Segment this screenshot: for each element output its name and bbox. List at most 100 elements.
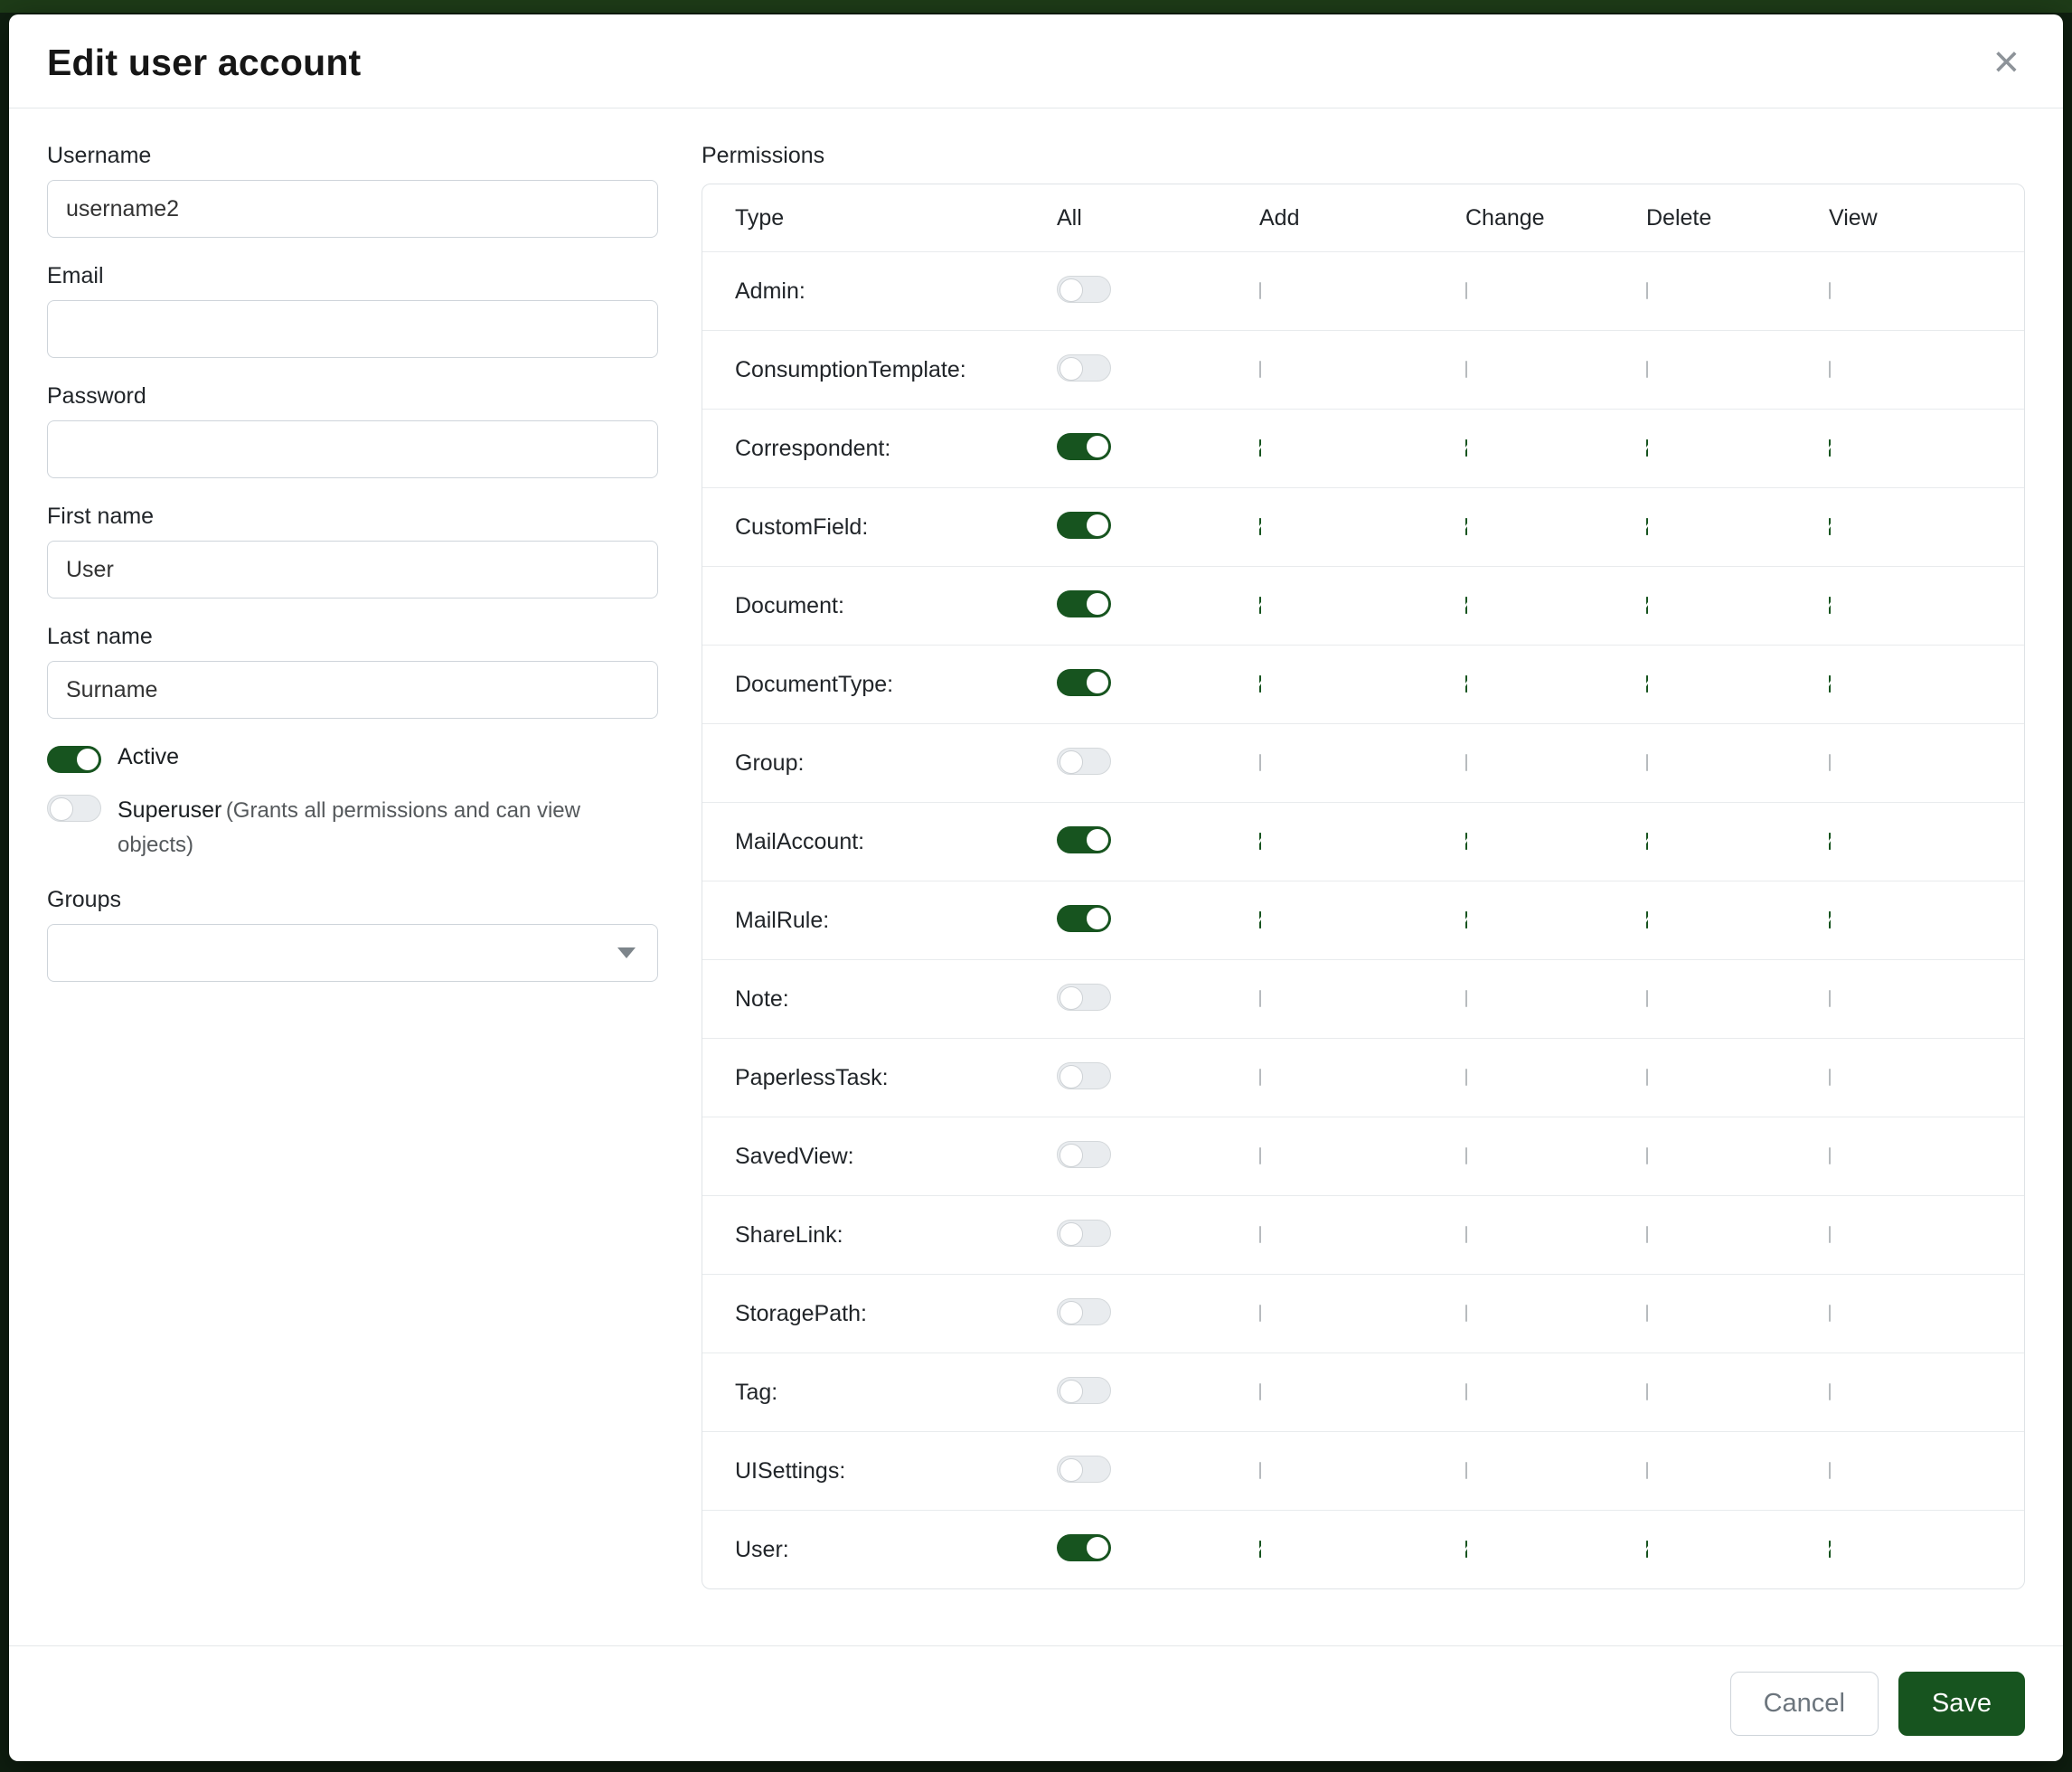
- perm-all-toggle[interactable]: [1057, 354, 1111, 382]
- active-toggle[interactable]: [47, 746, 101, 773]
- perm-view-checkbox[interactable]: [1829, 1383, 1831, 1400]
- perm-add-checkbox[interactable]: [1259, 675, 1261, 693]
- perm-all-toggle[interactable]: [1057, 1534, 1111, 1561]
- email-field[interactable]: [47, 300, 658, 358]
- perm-all-toggle[interactable]: [1057, 1141, 1111, 1168]
- perm-add-checkbox[interactable]: [1259, 833, 1261, 850]
- perm-add-checkbox[interactable]: [1259, 1462, 1261, 1479]
- permissions-section: Permissions Type All Add Change Delete V…: [702, 143, 2025, 1645]
- perm-view-checkbox[interactable]: [1829, 833, 1831, 850]
- perm-change-checkbox[interactable]: [1465, 1383, 1467, 1400]
- perm-view-checkbox[interactable]: [1829, 439, 1831, 457]
- username-group: Username: [47, 143, 658, 238]
- perm-change-checkbox[interactable]: [1465, 1541, 1467, 1558]
- perm-add-checkbox[interactable]: [1259, 439, 1261, 457]
- last-name-field[interactable]: [47, 661, 658, 719]
- perm-add-checkbox[interactable]: [1259, 1305, 1261, 1322]
- perm-change-checkbox[interactable]: [1465, 518, 1467, 535]
- perm-view-checkbox[interactable]: [1829, 1305, 1831, 1322]
- perm-change-checkbox[interactable]: [1465, 1462, 1467, 1479]
- perm-view-checkbox[interactable]: [1829, 361, 1831, 378]
- perm-view-checkbox[interactable]: [1829, 754, 1831, 771]
- perm-delete-checkbox[interactable]: [1646, 1541, 1648, 1558]
- perm-delete-checkbox[interactable]: [1646, 1462, 1648, 1479]
- perm-view-checkbox[interactable]: [1829, 911, 1831, 928]
- perm-view-checkbox[interactable]: [1829, 518, 1831, 535]
- perm-delete-checkbox[interactable]: [1646, 1305, 1648, 1322]
- perm-add-checkbox[interactable]: [1259, 282, 1261, 299]
- perm-change-checkbox[interactable]: [1465, 675, 1467, 693]
- perm-change-checkbox[interactable]: [1465, 1226, 1467, 1243]
- save-button[interactable]: Save: [1898, 1672, 2025, 1736]
- perm-change-checkbox[interactable]: [1465, 1147, 1467, 1164]
- perm-change-checkbox[interactable]: [1465, 833, 1467, 850]
- perm-delete-checkbox[interactable]: [1646, 518, 1648, 535]
- perm-all-toggle[interactable]: [1057, 826, 1111, 853]
- perm-delete-checkbox[interactable]: [1646, 439, 1648, 457]
- perm-delete-checkbox[interactable]: [1646, 597, 1648, 614]
- perm-delete-checkbox[interactable]: [1646, 282, 1648, 299]
- perm-view-checkbox[interactable]: [1829, 1069, 1831, 1086]
- perm-change-checkbox[interactable]: [1465, 1305, 1467, 1322]
- perm-all-toggle[interactable]: [1057, 984, 1111, 1011]
- perm-view-checkbox[interactable]: [1829, 990, 1831, 1007]
- perm-add-checkbox[interactable]: [1259, 1541, 1261, 1558]
- perm-all-toggle[interactable]: [1057, 1298, 1111, 1325]
- perm-delete-checkbox[interactable]: [1646, 1383, 1648, 1400]
- perm-delete-checkbox[interactable]: [1646, 1226, 1648, 1243]
- perm-view-checkbox[interactable]: [1829, 1541, 1831, 1558]
- table-row: ShareLink:: [702, 1195, 2024, 1274]
- perm-all-toggle[interactable]: [1057, 669, 1111, 696]
- groups-select[interactable]: [47, 924, 658, 982]
- perm-add-checkbox[interactable]: [1259, 1069, 1261, 1086]
- perm-all-toggle[interactable]: [1057, 905, 1111, 932]
- perm-delete-checkbox[interactable]: [1646, 911, 1648, 928]
- col-view: View: [1829, 205, 2024, 231]
- perm-change-checkbox[interactable]: [1465, 282, 1467, 299]
- perm-delete-checkbox[interactable]: [1646, 361, 1648, 378]
- perm-delete-checkbox[interactable]: [1646, 754, 1648, 771]
- perm-add-checkbox[interactable]: [1259, 1226, 1261, 1243]
- perm-add-checkbox[interactable]: [1259, 754, 1261, 771]
- perm-change-checkbox[interactable]: [1465, 361, 1467, 378]
- perm-add-checkbox[interactable]: [1259, 597, 1261, 614]
- perm-view-checkbox[interactable]: [1829, 1226, 1831, 1243]
- perm-add-checkbox[interactable]: [1259, 1147, 1261, 1164]
- perm-add-checkbox[interactable]: [1259, 990, 1261, 1007]
- first-name-field[interactable]: [47, 541, 658, 599]
- perm-delete-checkbox[interactable]: [1646, 833, 1648, 850]
- perm-change-checkbox[interactable]: [1465, 754, 1467, 771]
- perm-add-checkbox[interactable]: [1259, 361, 1261, 378]
- perm-change-checkbox[interactable]: [1465, 1069, 1467, 1086]
- perm-all-toggle[interactable]: [1057, 1377, 1111, 1404]
- perm-all-toggle[interactable]: [1057, 276, 1111, 303]
- perm-all-toggle[interactable]: [1057, 748, 1111, 775]
- perm-change-checkbox[interactable]: [1465, 439, 1467, 457]
- perm-all-toggle[interactable]: [1057, 512, 1111, 539]
- perm-delete-checkbox[interactable]: [1646, 675, 1648, 693]
- perm-view-checkbox[interactable]: [1829, 597, 1831, 614]
- perm-view-checkbox[interactable]: [1829, 1147, 1831, 1164]
- perm-add-checkbox[interactable]: [1259, 911, 1261, 928]
- password-field[interactable]: [47, 420, 658, 478]
- perm-change-checkbox[interactable]: [1465, 990, 1467, 1007]
- perm-view-checkbox[interactable]: [1829, 1462, 1831, 1479]
- perm-all-toggle[interactable]: [1057, 590, 1111, 617]
- perm-delete-checkbox[interactable]: [1646, 990, 1648, 1007]
- perm-all-toggle[interactable]: [1057, 433, 1111, 460]
- perm-view-checkbox[interactable]: [1829, 675, 1831, 693]
- cancel-button[interactable]: Cancel: [1730, 1672, 1879, 1736]
- perm-add-checkbox[interactable]: [1259, 518, 1261, 535]
- perm-change-checkbox[interactable]: [1465, 597, 1467, 614]
- perm-all-toggle[interactable]: [1057, 1456, 1111, 1483]
- perm-delete-checkbox[interactable]: [1646, 1147, 1648, 1164]
- perm-change-checkbox[interactable]: [1465, 911, 1467, 928]
- close-icon[interactable]: ×: [1988, 42, 2025, 81]
- perm-all-toggle[interactable]: [1057, 1062, 1111, 1089]
- perm-all-toggle[interactable]: [1057, 1220, 1111, 1247]
- perm-delete-checkbox[interactable]: [1646, 1069, 1648, 1086]
- superuser-toggle[interactable]: [47, 795, 101, 822]
- perm-add-checkbox[interactable]: [1259, 1383, 1261, 1400]
- perm-view-checkbox[interactable]: [1829, 282, 1831, 299]
- username-input[interactable]: [47, 180, 658, 238]
